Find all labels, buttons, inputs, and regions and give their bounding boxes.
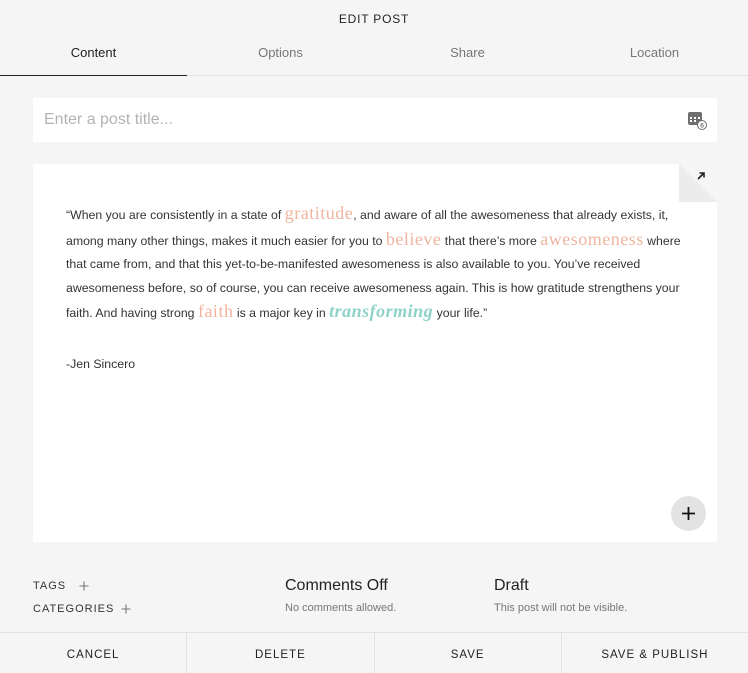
page-title: EDIT POST (338, 12, 410, 26)
save-publish-button[interactable]: SAVE & PUBLISH (560, 633, 748, 673)
quote-text: is a major key in (233, 306, 330, 321)
comments-setting[interactable]: Comments Off (285, 577, 388, 595)
tab-content[interactable]: Content (0, 36, 187, 76)
add-category-plus-icon[interactable] (121, 604, 131, 614)
quote-text: that there’s more (441, 233, 541, 248)
post-status-description: This post will not be visible. (494, 602, 628, 614)
tab-options[interactable]: Options (187, 36, 374, 75)
quote-text-block[interactable]: “When you are consistently in a state of… (66, 202, 691, 326)
post-status[interactable]: Draft (494, 577, 529, 595)
calendar-icon[interactable]: 6 (687, 110, 707, 130)
footer-action-bar: CANCEL DELETE SAVE SAVE & PUBLISH (0, 632, 748, 673)
quote-text: “When you are consistently in a state of (66, 208, 285, 222)
cancel-button[interactable]: CANCEL (0, 633, 186, 673)
post-title-container: 6 (33, 98, 717, 142)
categories-label: CATEGORIES (33, 603, 115, 615)
highlight-word: transforming (329, 301, 434, 322)
delete-button[interactable]: DELETE (186, 633, 373, 673)
expand-arrow-icon[interactable] (695, 170, 707, 182)
save-button[interactable]: SAVE (373, 633, 561, 673)
add-tag-plus-icon[interactable] (79, 581, 89, 591)
tab-share[interactable]: Share (374, 36, 561, 75)
post-body-editor[interactable]: “When you are consistently in a state of… (33, 164, 717, 542)
quote-author[interactable]: -Jen Sincero (66, 357, 135, 371)
calendar-badge: 6 (700, 123, 704, 130)
post-title-input[interactable] (33, 98, 673, 142)
tab-bar: Content Options Share Location (0, 36, 748, 76)
tab-location[interactable]: Location (561, 36, 748, 75)
plus-icon (682, 507, 695, 520)
comments-description: No comments allowed. (285, 602, 397, 614)
quote-text: your life.” (433, 306, 488, 321)
highlight-word: awesomeness (540, 228, 644, 249)
highlight-word: gratitude (284, 203, 354, 223)
highlight-word: believe (385, 228, 442, 249)
tags-label: TAGS (33, 580, 67, 592)
add-block-button[interactable] (671, 496, 706, 531)
highlight-word: faith (197, 301, 234, 322)
